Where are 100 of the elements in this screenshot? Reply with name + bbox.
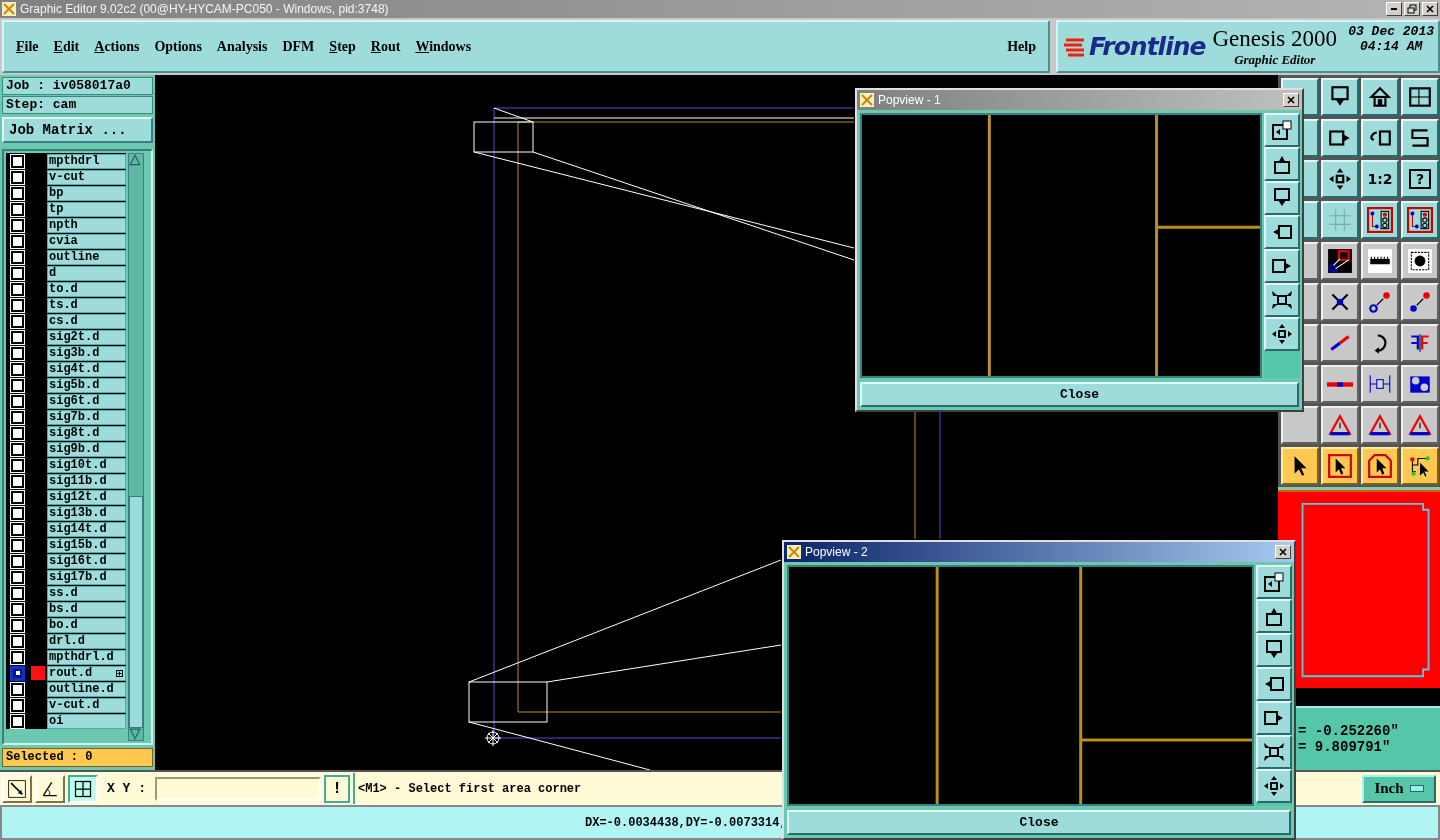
layer-checkbox[interactable] <box>11 698 24 712</box>
layer-item[interactable]: tp <box>47 201 126 217</box>
layer-item[interactable]: sig3b.d <box>47 345 126 361</box>
layer-item[interactable]: bp <box>47 185 126 201</box>
layer-item[interactable]: ss.d <box>47 585 126 601</box>
view-button[interactable] <box>1256 633 1292 667</box>
layer-checkbox[interactable] <box>11 474 24 488</box>
layer-checkbox[interactable] <box>11 602 24 616</box>
layer-item[interactable]: ts.d <box>47 297 126 313</box>
layer-checkbox[interactable] <box>11 682 24 696</box>
layer-checkbox[interactable] <box>11 170 24 184</box>
view-button[interactable] <box>1256 735 1292 769</box>
menu-item[interactable]: Actions <box>94 38 140 55</box>
view-button[interactable] <box>1256 599 1292 633</box>
popview-canvas[interactable] <box>860 113 1262 378</box>
layer-checkbox[interactable] <box>11 298 24 312</box>
layer-item[interactable]: sig11b.d <box>47 473 126 489</box>
layer-checkbox[interactable] <box>11 522 24 536</box>
layer-item[interactable]: cvia <box>47 233 126 249</box>
tool-button[interactable]: ? <box>1401 160 1439 198</box>
layer-item[interactable]: rout.d <box>47 665 126 681</box>
close-button[interactable]: Close <box>787 810 1291 835</box>
layer-checkbox[interactable] <box>11 586 24 600</box>
layer-item[interactable]: cs.d <box>47 313 126 329</box>
layer-checkbox[interactable] <box>11 554 24 568</box>
close-button[interactable]: Close <box>860 382 1299 407</box>
layer-item[interactable]: sig14t.d <box>47 521 126 537</box>
layer-checkbox[interactable] <box>11 394 24 408</box>
layer-item[interactable]: sig2t.d <box>47 329 126 345</box>
layer-checkbox[interactable] <box>11 282 24 296</box>
menu-item[interactable]: File <box>16 38 39 55</box>
menu-item[interactable]: Edit <box>53 38 80 55</box>
layer-checkbox[interactable] <box>11 570 24 584</box>
exclaim-button[interactable]: ! <box>324 774 350 803</box>
close-button[interactable] <box>1422 2 1438 16</box>
layer-item[interactable]: v-cut <box>47 169 126 185</box>
layer-item[interactable]: npth <box>47 217 126 233</box>
menu-item[interactable]: Options <box>154 38 202 55</box>
layer-checkbox[interactable] <box>11 618 24 632</box>
layer-checkbox[interactable] <box>11 506 24 520</box>
layer-item[interactable]: sig8t.d <box>47 425 126 441</box>
layer-item[interactable]: d <box>47 265 126 281</box>
layer-checkbox[interactable] <box>11 330 24 344</box>
layer-item[interactable]: bs.d <box>47 601 126 617</box>
layer-item[interactable]: sig17b.d <box>47 569 126 585</box>
view-button[interactable] <box>1264 181 1300 215</box>
layer-item[interactable]: sig9b.d <box>47 441 126 457</box>
popview-canvas[interactable] <box>787 565 1254 806</box>
restore-button[interactable] <box>1404 2 1420 16</box>
layer-checkbox[interactable] <box>11 202 24 216</box>
scrollbar[interactable] <box>128 153 144 741</box>
menu-item[interactable]: DFM <box>282 38 315 55</box>
layer-item[interactable]: sig12t.d <box>47 489 126 505</box>
job-matrix-button[interactable]: Job Matrix ... <box>2 117 153 143</box>
layer-checkbox[interactable] <box>11 410 24 424</box>
xy-input[interactable] <box>155 776 321 801</box>
close-button[interactable] <box>1275 545 1291 559</box>
layer-item[interactable]: sig4t.d <box>47 361 126 377</box>
layer-checkbox[interactable] <box>11 346 24 360</box>
layer-checkbox[interactable] <box>11 490 24 504</box>
view-button[interactable] <box>1256 769 1292 803</box>
layer-checkbox[interactable] <box>11 634 24 648</box>
layer-checkbox[interactable] <box>11 186 24 200</box>
units-dropdown[interactable]: Inch <box>1362 774 1436 803</box>
layer-item[interactable]: sig15b.d <box>47 537 126 553</box>
layer-item[interactable]: sig5b.d <box>47 377 126 393</box>
layer-item[interactable]: drl.d <box>47 633 126 649</box>
layer-checkbox[interactable] <box>11 234 24 248</box>
layer-checkbox[interactable] <box>11 266 24 280</box>
layer-item[interactable]: outline.d <box>47 681 126 697</box>
tool-button[interactable]: 1:2 <box>1361 160 1399 198</box>
view-button[interactable] <box>1264 147 1300 181</box>
view-button[interactable] <box>1264 113 1300 147</box>
minimize-button[interactable] <box>1386 2 1402 16</box>
layer-checkbox[interactable] <box>11 218 24 232</box>
layer-checkbox[interactable] <box>11 458 24 472</box>
layer-checkbox[interactable] <box>11 362 24 376</box>
layer-item[interactable]: sig10t.d <box>47 457 126 473</box>
layer-checkbox[interactable] <box>11 538 24 552</box>
layer-checkbox[interactable] <box>11 154 24 168</box>
layer-checkbox[interactable] <box>11 666 24 680</box>
tool-button[interactable] <box>68 774 98 803</box>
layer-checkbox[interactable] <box>11 714 24 728</box>
menu-item[interactable]: Analysis <box>216 38 268 55</box>
layer-item[interactable]: outline <box>47 249 126 265</box>
view-button[interactable] <box>1264 317 1300 351</box>
layer-checkbox[interactable] <box>11 378 24 392</box>
layer-item[interactable]: bo.d <box>47 617 126 633</box>
layer-item[interactable]: sig7b.d <box>47 409 126 425</box>
layer-checkbox[interactable] <box>11 426 24 440</box>
help-menu[interactable]: Help <box>1007 38 1036 55</box>
layer-item[interactable]: sig13b.d <box>47 505 126 521</box>
layer-item[interactable]: sig6t.d <box>47 393 126 409</box>
layer-item[interactable]: oi <box>47 713 126 729</box>
view-button[interactable] <box>1256 565 1292 599</box>
view-button[interactable] <box>1264 283 1300 317</box>
layer-checkbox[interactable] <box>11 650 24 664</box>
view-button[interactable] <box>1264 249 1300 283</box>
layer-checkbox[interactable] <box>11 314 24 328</box>
layer-checkbox[interactable] <box>11 442 24 456</box>
